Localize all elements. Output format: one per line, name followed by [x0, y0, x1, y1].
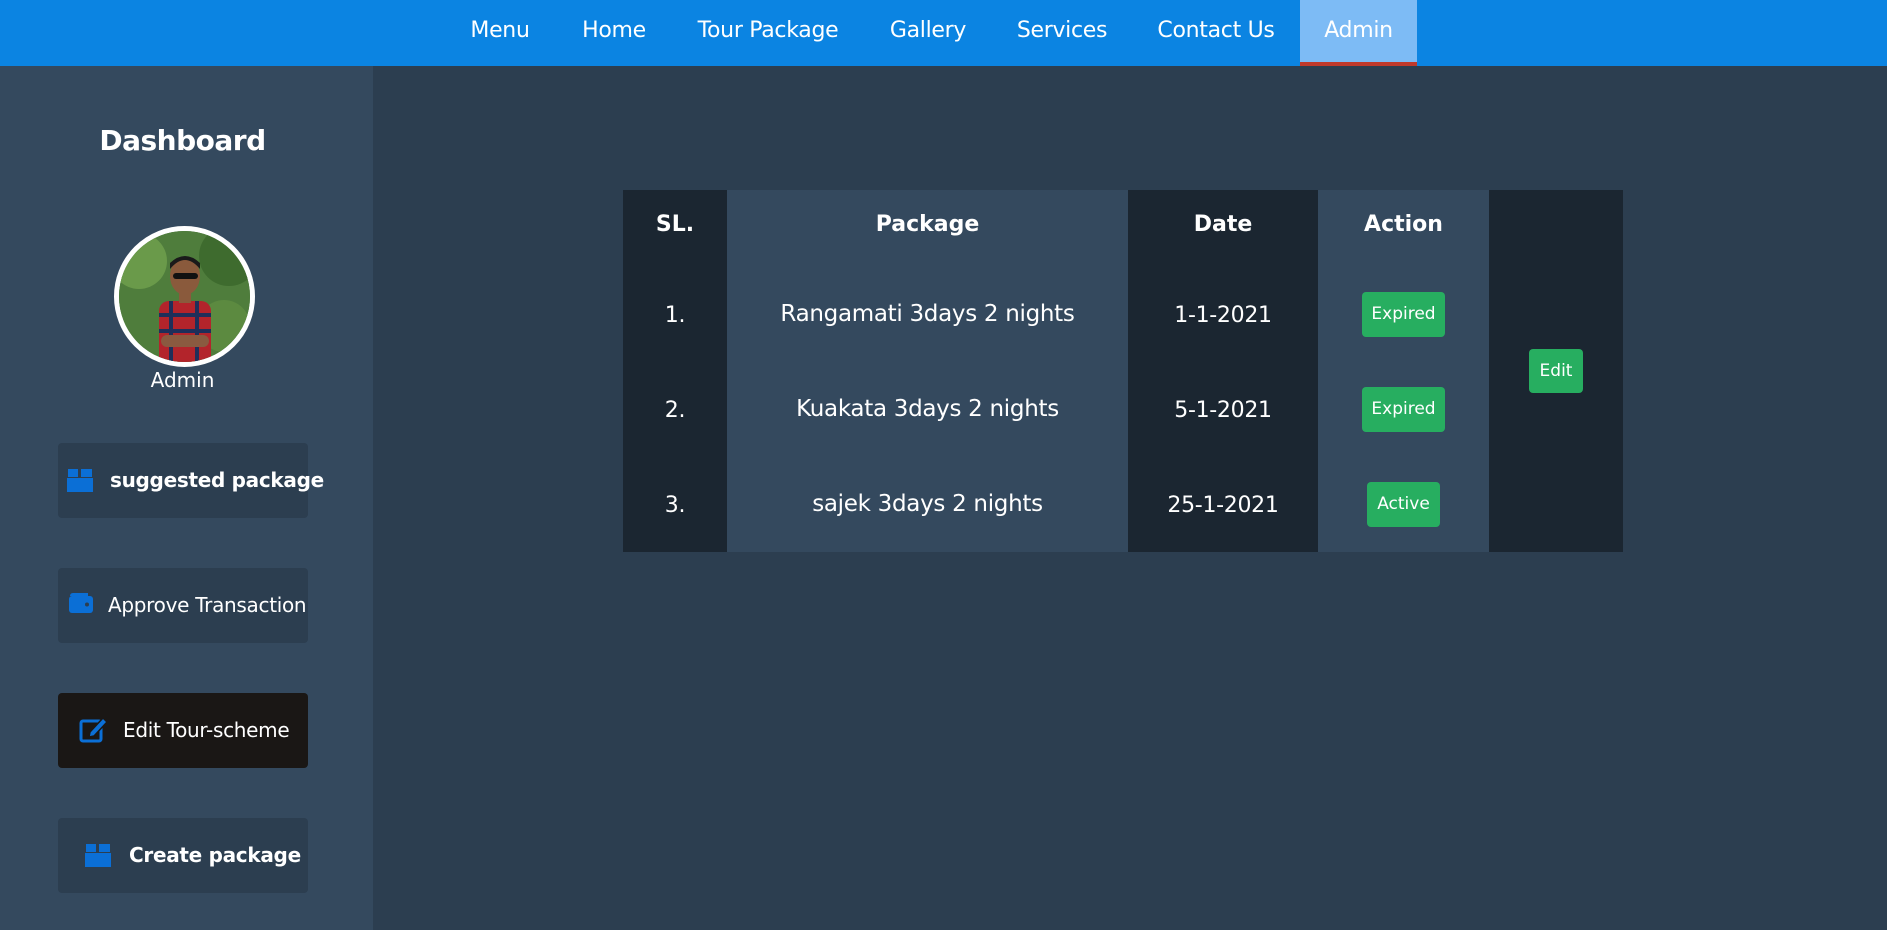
nav-item-gallery[interactable]: Gallery: [878, 0, 978, 62]
nav-item-contact-us[interactable]: Contact Us: [1146, 0, 1286, 62]
package-column: Package Rangamati 3days 2 nights Kuakata…: [727, 190, 1128, 552]
edit-tour-scheme-label: Edit Tour-scheme: [123, 718, 290, 742]
row-2-date: 5-1-2021: [1174, 398, 1272, 423]
edit-column: Edit: [1489, 190, 1623, 552]
row-1-date: 1-1-2021: [1174, 303, 1272, 328]
sidebar: Dashboard Admin suggested package Approv…: [0, 66, 373, 930]
status-badge-expired[interactable]: Expired: [1362, 387, 1445, 432]
sl-column: SL. 1. 2. 3.: [623, 190, 727, 552]
edit-icon: [79, 715, 109, 747]
approve-transaction-label: Approve Transaction: [108, 593, 307, 617]
nav-item-services[interactable]: Services: [1008, 0, 1116, 62]
avatar: [114, 226, 255, 367]
box-icon: [66, 465, 94, 497]
nav-item-admin[interactable]: Admin: [1300, 0, 1417, 66]
suggested-package-label: suggested package: [110, 468, 324, 492]
box-icon: [84, 840, 112, 872]
top-navbar: Menu Home Tour Package Gallery Services …: [0, 0, 1887, 66]
nav-item-tour-package[interactable]: Tour Package: [690, 0, 846, 62]
row-1-sl: 1.: [664, 303, 686, 328]
edit-tour-scheme-button[interactable]: Edit Tour-scheme: [58, 693, 308, 768]
avatar-photo: [119, 231, 250, 362]
row-1-package: Rangamati 3days 2 nights: [780, 301, 1075, 327]
nav-item-menu[interactable]: Menu: [460, 0, 540, 62]
row-3-date: 25-1-2021: [1167, 493, 1279, 518]
approve-transaction-button[interactable]: Approve Transaction: [58, 568, 308, 643]
header-package: Package: [875, 212, 980, 237]
row-3-sl: 3.: [664, 493, 686, 518]
suggested-package-button[interactable]: suggested package: [58, 443, 324, 518]
header-sl: SL.: [655, 212, 695, 237]
edit-button[interactable]: Edit: [1529, 349, 1583, 393]
avatar-name: Admin: [150, 368, 215, 392]
create-package-button[interactable]: Create package: [58, 818, 308, 893]
action-column: Action Expired Expired Active: [1318, 190, 1489, 552]
row-2-package: Kuakata 3days 2 nights: [796, 396, 1059, 422]
status-badge-active[interactable]: Active: [1367, 482, 1440, 527]
create-package-label: Create package: [129, 843, 301, 867]
dashboard-title: Dashboard: [99, 124, 266, 157]
date-column: Date 1-1-2021 5-1-2021 25-1-2021: [1128, 190, 1318, 552]
row-3-package: sajek 3days 2 nights: [812, 491, 1043, 517]
row-2-sl: 2.: [664, 398, 686, 423]
status-badge-expired[interactable]: Expired: [1362, 292, 1445, 337]
wallet-icon: [68, 590, 94, 620]
header-date: Date: [1193, 212, 1253, 237]
nav-item-home[interactable]: Home: [570, 0, 658, 62]
header-action: Action: [1364, 212, 1443, 237]
